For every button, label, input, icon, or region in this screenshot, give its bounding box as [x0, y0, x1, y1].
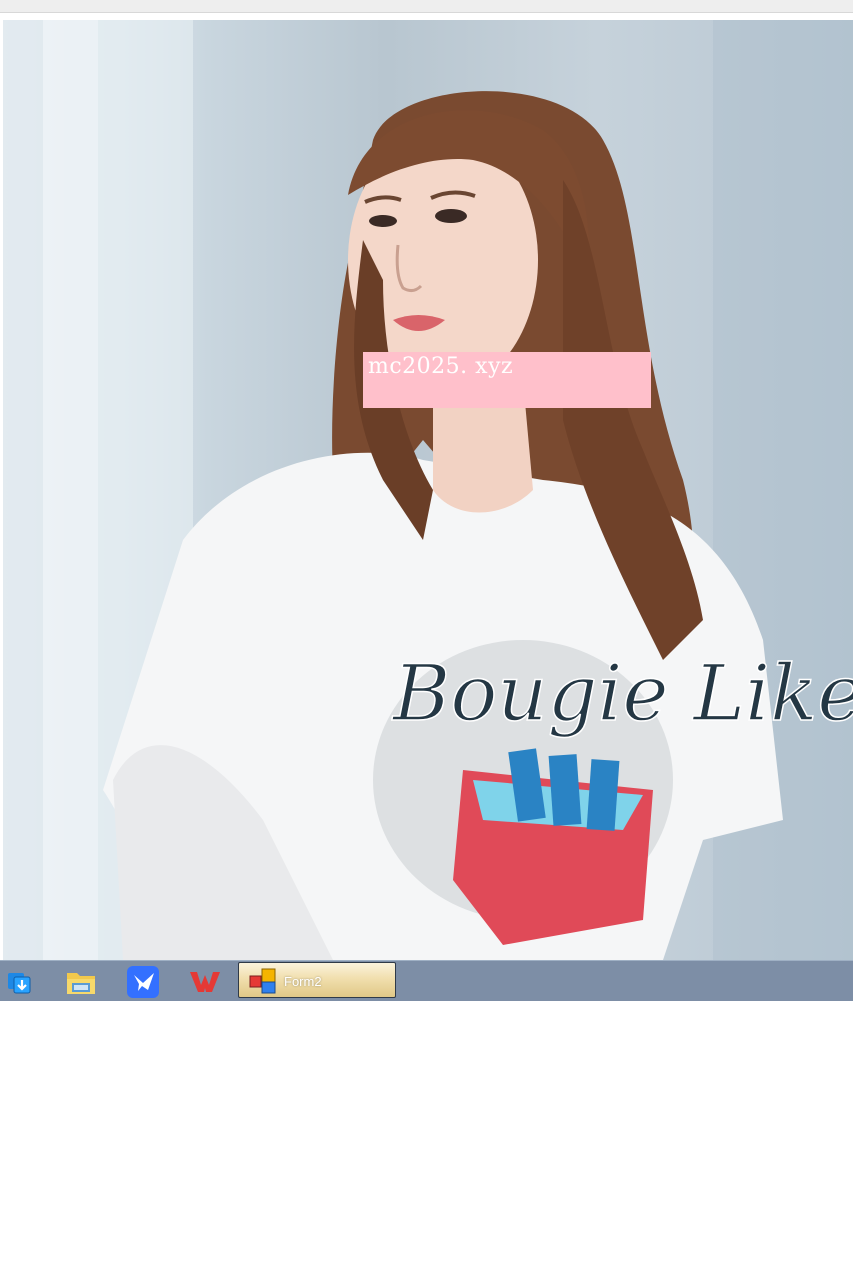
file-explorer-button[interactable] [64, 965, 98, 999]
form-app-icon [249, 968, 276, 994]
shirt-print-text: Bougie Like [391, 649, 853, 739]
taskbar-task-label: Form2 [284, 974, 322, 989]
feishu-button[interactable] [126, 965, 160, 999]
feishu-icon [127, 966, 159, 998]
download-manager-button[interactable] [2, 965, 36, 999]
overlay-text: mc2025. xyz [368, 354, 514, 379]
photo-illustration: Bougie Like [3, 20, 853, 960]
window-top-strip [0, 0, 853, 13]
taskbar: Form2 [0, 960, 853, 1001]
taskbar-task-form2[interactable]: Form2 [238, 962, 396, 998]
wps-office-button[interactable] [188, 965, 222, 999]
photo-image: Bougie Like mc2025. xyz [3, 20, 853, 960]
wps-office-icon [190, 972, 220, 992]
file-explorer-icon [67, 973, 95, 994]
overlay-label-box: mc2025. xyz [363, 352, 651, 408]
download-manager-icon [8, 973, 31, 994]
